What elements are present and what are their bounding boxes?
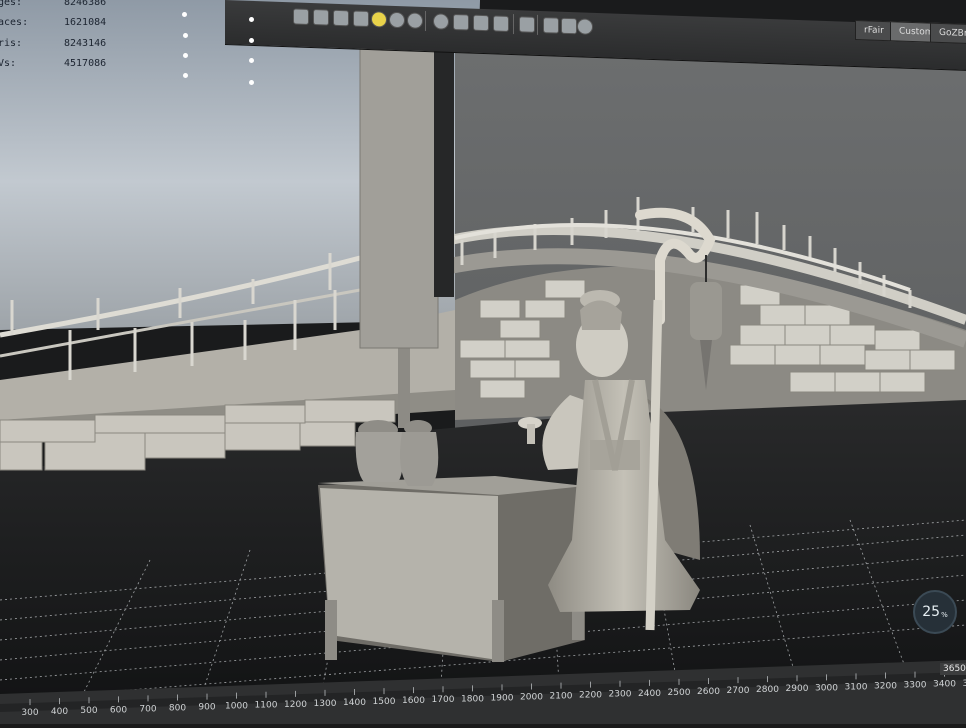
hud-dot [182,12,187,17]
settings-icon[interactable] [473,14,489,32]
3d-viewport[interactable]: rFair Custom GoZBrush ges: 8246386 aces:… [0,0,966,724]
snap-icon[interactable] [353,10,369,28]
zoom-value: 25 [922,604,941,620]
timeline-tick-label: 2100 [550,692,573,702]
hud-dot [183,73,188,78]
timeline-tick-label: 600 [110,705,127,715]
timeline-tick-label: 2400 [638,689,661,699]
timeline-tick-label: 2600 [697,687,720,697]
timeline-tick-label: 300 [21,708,38,718]
timeline-tick-label: 1900 [491,693,514,703]
timeline-tick-label: 400 [51,707,68,717]
timeline-tick-label: 1200 [284,700,307,710]
timeline-tick-label: 3300 [904,681,927,691]
timeline-tick-label: 1000 [225,702,248,712]
timeline-tick-label: 2900 [786,684,809,694]
timeline-tick-label: 2800 [756,685,779,695]
time-slider-ruler: 300 400 500 600 700 800 900 1000 1100 1200 1300 140… [0,660,966,724]
timeline-tick-label: 1600 [402,696,425,706]
timeline-tick-label: 1400 [343,698,366,708]
tab-rfair[interactable]: rFair [855,20,893,42]
hud-value: 8246386 [64,0,107,8]
hud-dot [249,17,254,22]
timeline-tick-label: 500 [80,706,97,716]
timeline-tick-label: 3500 [963,679,966,689]
timeline-tick-label: 2700 [727,686,750,696]
settings-icon[interactable] [493,15,509,32]
poly-count-hud: ges: 8246386 aces: 1621084 ris: 8243146 … [0,0,254,85]
timeline-tick-label: 1800 [461,694,484,704]
hud-value: 8243146 [64,38,107,49]
tab-gozbrush[interactable]: GoZBrush [930,22,966,45]
hud-dot [183,33,188,38]
cube-icon[interactable] [543,17,559,34]
timeline-tick-label: 900 [198,703,215,713]
time-slider[interactable]: 300 400 500 600 700 800 900 1000 1100 1200 1300 140… [0,660,966,724]
hud-dot [249,58,254,63]
camera-icon[interactable] [433,13,449,30]
timeline-tick-label: 2500 [668,688,691,698]
cube-icon[interactable] [333,9,349,27]
viewport-scene [0,0,966,724]
timeline-tick-label: 2300 [609,690,632,700]
timeline-tick-label: 2000 [520,692,543,702]
timeline-tick-label: 3400 [933,680,956,690]
share-icon[interactable] [577,18,593,35]
zoom-indicator[interactable]: 25% [913,590,957,634]
light-icon[interactable] [371,11,387,28]
grid-icon[interactable] [313,9,329,26]
timeline-tick-label: 700 [139,704,156,714]
timeline-tick-label: 3200 [874,682,897,692]
hud-dot [249,38,254,43]
timeline-tick-label: 3000 [815,683,838,693]
timeline-tick-label: 3100 [845,682,868,692]
hud-dot [183,53,188,58]
timeline-tick-label: 800 [169,703,186,713]
timeline-tick-label: 1700 [432,695,455,705]
timeline-tick-label: 1500 [373,697,396,707]
timeline-tick-label: 2200 [579,691,602,701]
hud-value: 4517086 [64,58,107,69]
move-icon[interactable] [293,8,309,25]
hud-label: Vs: [0,58,17,69]
timeline-tick-label: 1100 [255,701,278,711]
render-icon[interactable] [407,12,423,29]
snap-icon[interactable] [519,16,535,33]
hud-label: ris: [0,38,23,49]
end-frame-field[interactable]: 3650 [940,663,966,675]
hud-dot [249,80,254,85]
hud-label: aces: [0,17,29,28]
settings-icon[interactable] [453,13,469,31]
sphere-icon[interactable] [389,11,405,29]
zoom-unit: % [941,611,948,619]
timeline-tick-label: 1300 [314,699,337,709]
hud-label: ges: [0,0,23,8]
cube-icon[interactable] [561,17,577,35]
hud-value: 1621084 [64,17,107,28]
